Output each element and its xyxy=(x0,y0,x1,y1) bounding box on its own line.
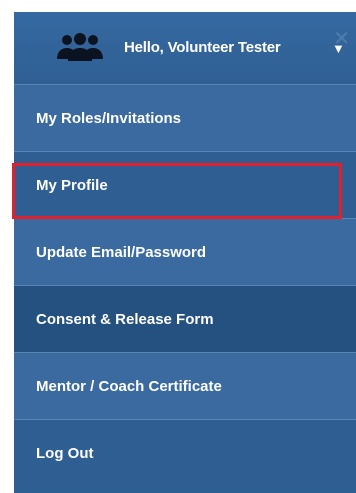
menu-item-log-out[interactable]: Log Out xyxy=(14,419,356,486)
users-icon xyxy=(54,32,106,62)
close-icon: ✕ xyxy=(333,28,350,50)
user-menu-header[interactable]: Hello, Volunteer Tester ▼ xyxy=(14,12,356,84)
menu-item-consent-release-form[interactable]: Consent & Release Form xyxy=(14,285,356,352)
greeting-text[interactable]: Hello, Volunteer Tester xyxy=(124,39,281,56)
menu-item-my-roles-invitations[interactable]: My Roles/Invitations xyxy=(14,84,356,151)
menu-item-my-profile[interactable]: My Profile xyxy=(14,151,356,218)
menu-item-update-email-password[interactable]: Update Email/Password xyxy=(14,218,356,285)
menu-item-mentor-coach-certificate[interactable]: Mentor / Coach Certificate xyxy=(14,352,356,419)
user-dropdown-menu: Hello, Volunteer Tester ▼ ✕ My Roles/Inv… xyxy=(14,12,356,493)
